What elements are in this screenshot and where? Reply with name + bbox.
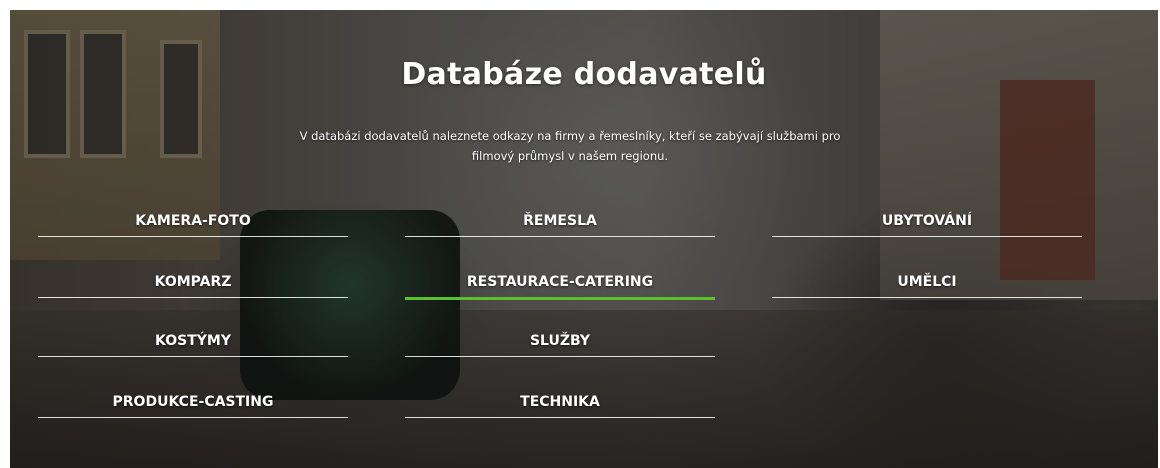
category-link-kamera-foto[interactable]: KAMERA-FOTO (38, 206, 348, 237)
category-link-kostymy[interactable]: KOSTÝMY (38, 326, 348, 357)
intro-text: V databázi dodavatelů naleznete odkazy n… (280, 126, 860, 166)
category-link-produkce-casting[interactable]: PRODUKCE-CASTING (38, 387, 348, 418)
intro-line-2: filmový průmysl v našem regionu. (471, 149, 669, 163)
category-link-sluzby[interactable]: SLUŽBY (405, 326, 715, 357)
intro-line-1: V databázi dodavatelů naleznete odkazy n… (299, 129, 841, 143)
category-link-technika[interactable]: TECHNIKA (405, 387, 715, 418)
category-link-restaurace-catering[interactable]: RESTAURACE-CATERING (405, 267, 715, 300)
category-link-ubytovani[interactable]: UBYTOVÁNÍ (772, 206, 1082, 237)
hero-banner: Databáze dodavatelů V databázi dodavatel… (10, 10, 1158, 468)
category-link-komparz[interactable]: KOMPARZ (38, 267, 348, 298)
category-link-umelci[interactable]: UMĚLCI (772, 267, 1082, 298)
page-title: Databáze dodavatelů (401, 57, 767, 92)
category-link-remesla[interactable]: ŘEMESLA (405, 206, 715, 237)
